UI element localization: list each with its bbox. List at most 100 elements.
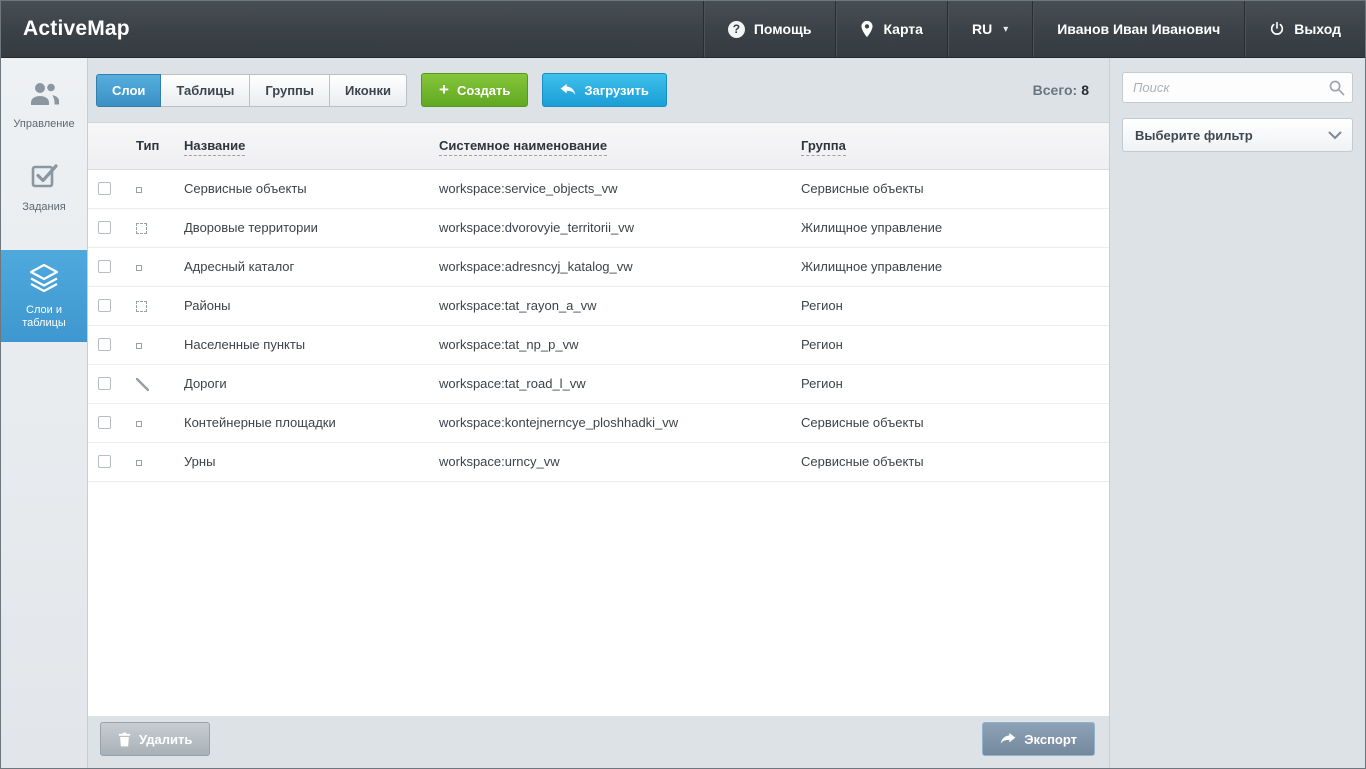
layer-name: Дороги [174, 364, 429, 403]
app-window: ActiveMap ? Помощь Карта RU ▾ Иванов Ива… [0, 0, 1366, 769]
layer-group: Регион [791, 364, 1109, 403]
sidebar-item-label: Слои и таблицы [4, 304, 84, 330]
power-icon [1269, 21, 1285, 37]
trash-icon [118, 732, 131, 747]
export-label: Экспорт [1024, 732, 1077, 747]
layer-type-icon [136, 421, 142, 427]
layers-icon [28, 280, 60, 297]
sidebar-item-label: Управление [4, 118, 84, 131]
tab-layers[interactable]: Слои [96, 74, 161, 107]
sidebar-item-label: Задания [4, 201, 84, 214]
layer-name: Дворовые территории [174, 208, 429, 247]
table-row[interactable]: Районы workspace:tat_rayon_a_vw Регион [88, 286, 1109, 325]
layer-system-name: workspace:urncy_vw [429, 442, 791, 481]
user-name: Иванов Иван Иванович [1057, 21, 1220, 37]
delete-button[interactable]: Удалить [100, 722, 210, 756]
layers-table: Тип Название Системное наименование Груп… [88, 123, 1109, 482]
layer-type-icon [136, 223, 147, 234]
sidebar-item-layers-tables[interactable]: Слои и таблицы [1, 250, 87, 342]
table-row[interactable]: Населенные пункты workspace:tat_np_p_vw … [88, 325, 1109, 364]
layer-type-icon [136, 460, 142, 466]
table-row[interactable]: Дороги workspace:tat_road_l_vw Регион [88, 364, 1109, 403]
upload-arrow-icon [560, 83, 576, 97]
layer-type-icon [136, 187, 142, 193]
tab-groups[interactable]: Группы [249, 74, 330, 107]
footer-toolbar: Удалить Экспорт [88, 716, 1109, 768]
row-checkbox[interactable] [98, 182, 111, 195]
upload-label: Загрузить [584, 83, 648, 98]
help-label: Помощь [754, 21, 812, 37]
layer-system-name: workspace:service_objects_vw [429, 169, 791, 208]
map-pin-icon [860, 20, 874, 38]
row-checkbox[interactable] [98, 299, 111, 312]
table-header: Тип Название Системное наименование Груп… [88, 123, 1109, 169]
search-box [1122, 72, 1353, 103]
total-count: Всего:8 [1033, 82, 1089, 98]
layer-name: Населенные пункты [174, 325, 429, 364]
sidebar-item-management[interactable]: Управление [1, 68, 87, 143]
help-button[interactable]: ? Помощь [703, 1, 836, 57]
filter-panel: Выберите фильтр [1109, 58, 1365, 768]
layer-type-icon [136, 301, 147, 312]
layer-system-name: workspace:tat_rayon_a_vw [429, 286, 791, 325]
layer-group: Сервисные объекты [791, 403, 1109, 442]
search-input[interactable] [1122, 72, 1353, 103]
row-checkbox[interactable] [98, 377, 111, 390]
logout-button[interactable]: Выход [1244, 1, 1365, 57]
user-menu[interactable]: Иванов Иван Иванович [1032, 1, 1244, 57]
layer-name: Сервисные объекты [174, 169, 429, 208]
row-checkbox[interactable] [98, 260, 111, 273]
map-label: Карта [883, 21, 923, 37]
tab-bar: Слои Таблицы Группы Иконки [96, 74, 407, 107]
layer-system-name: workspace:tat_road_l_vw [429, 364, 791, 403]
group-column-header[interactable]: Группа [791, 123, 1109, 169]
table-row[interactable]: Дворовые территории workspace:dvorovyie_… [88, 208, 1109, 247]
table-row[interactable]: Контейнерные площадки workspace:kontejne… [88, 403, 1109, 442]
tab-tables[interactable]: Таблицы [160, 74, 250, 107]
logout-label: Выход [1294, 21, 1341, 37]
tab-icons[interactable]: Иконки [329, 74, 407, 107]
users-icon [28, 94, 60, 111]
language-label: RU [972, 21, 992, 37]
layer-name: Урны [174, 442, 429, 481]
map-button[interactable]: Карта [835, 1, 947, 57]
layer-group: Сервисные объекты [791, 442, 1109, 481]
language-dropdown[interactable]: RU ▾ [947, 1, 1032, 57]
system-name-column-header[interactable]: Системное наименование [429, 123, 791, 169]
row-checkbox[interactable] [98, 455, 111, 468]
table-row[interactable]: Адресный каталог workspace:adresncyj_kat… [88, 247, 1109, 286]
table-row[interactable]: Урны workspace:urncy_vw Сервисные объект… [88, 442, 1109, 481]
plus-icon: + [439, 81, 449, 98]
table-row[interactable]: Сервисные объекты workspace:service_obje… [88, 169, 1109, 208]
toolbar: Слои Таблицы Группы Иконки + Создать Заг… [88, 58, 1109, 122]
help-icon: ? [728, 21, 745, 38]
layers-panel: Тип Название Системное наименование Груп… [88, 122, 1109, 716]
layer-name: Районы [174, 286, 429, 325]
caret-down-icon: ▾ [1003, 24, 1008, 35]
export-arrow-icon [1000, 732, 1016, 746]
layer-group: Жилищное управление [791, 247, 1109, 286]
row-checkbox[interactable] [98, 221, 111, 234]
row-checkbox[interactable] [98, 416, 111, 429]
search-icon[interactable] [1328, 79, 1345, 101]
upload-button[interactable]: Загрузить [542, 73, 666, 107]
task-check-icon [30, 177, 58, 194]
filter-dropdown[interactable]: Выберите фильтр [1122, 118, 1353, 152]
layer-system-name: workspace:kontejnerncye_ploshhadki_vw [429, 403, 791, 442]
sidebar-item-tasks[interactable]: Задания [1, 149, 87, 226]
name-column-header[interactable]: Название [174, 123, 429, 169]
layer-group: Сервисные объекты [791, 169, 1109, 208]
row-checkbox[interactable] [98, 338, 111, 351]
create-label: Создать [457, 83, 510, 98]
chevron-down-icon [1328, 128, 1342, 143]
layer-type-icon [136, 343, 142, 349]
filter-label: Выберите фильтр [1135, 128, 1253, 143]
main-content: Слои Таблицы Группы Иконки + Создать Заг… [88, 58, 1109, 768]
layer-type-icon [136, 265, 142, 271]
select-column-header [88, 123, 126, 169]
type-column-header: Тип [126, 123, 174, 169]
layer-group: Жилищное управление [791, 208, 1109, 247]
create-button[interactable]: + Создать [421, 73, 528, 107]
export-button[interactable]: Экспорт [982, 722, 1095, 756]
app-body: Управление Задания Слои и таблицы Слои [1, 58, 1365, 768]
